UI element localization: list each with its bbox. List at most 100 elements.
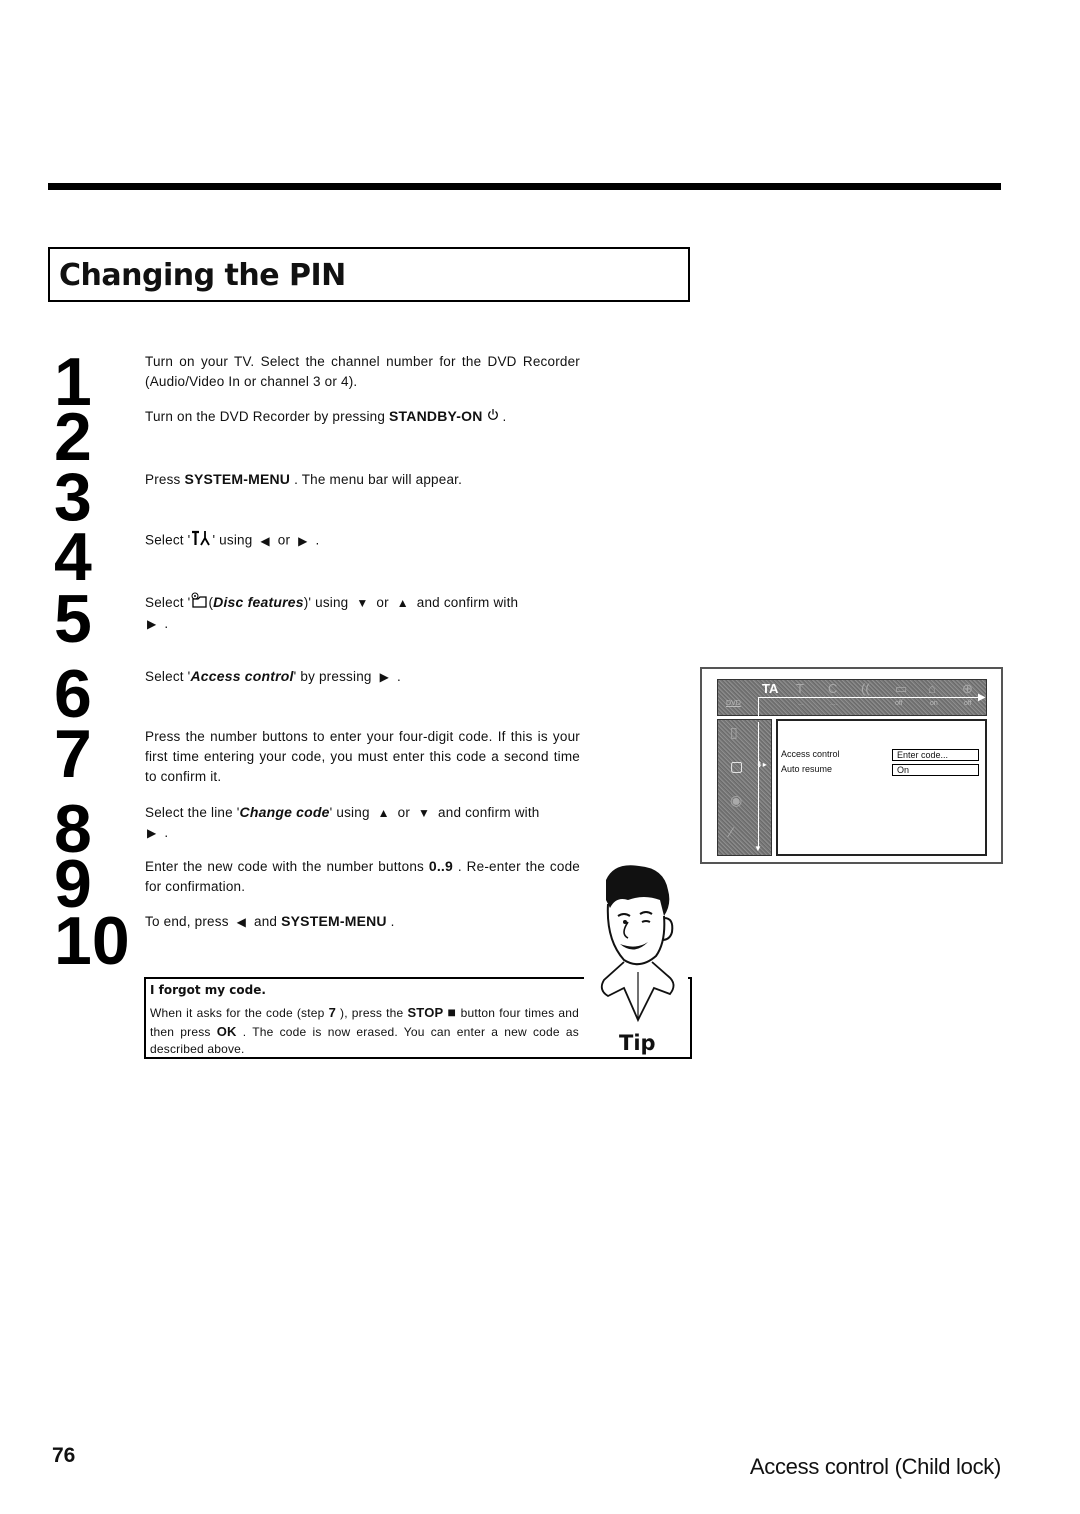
step-number: 5 [54, 581, 92, 657]
menu-sub-value: on [930, 700, 938, 707]
chapter-icon: C [828, 681, 838, 696]
disc-icon: ◉ [730, 792, 743, 808]
step-5-end: . [160, 616, 169, 632]
system-menu-key: SYSTEM-MENU [281, 913, 387, 929]
tv-menu-screenshot: TA T C (( ▭ ⌂ ⊕ ▶ DVD ... .... off on of… [700, 667, 1003, 864]
change-code-label: Change code [239, 804, 330, 820]
access-control-label: Access control [190, 668, 294, 684]
wrench-icon: ∕ [730, 824, 733, 840]
step-8-end: . [160, 825, 169, 840]
step-5-mid: )' using [303, 595, 353, 610]
step-8-text: Select the line 'Change code' using ▲ or… [145, 802, 580, 843]
menu-bar-arrow-icon: ▶ [978, 692, 986, 703]
left-arrow-icon: ◀ [260, 533, 270, 548]
disc-features-icon [190, 592, 208, 614]
step-8-post: and confirm with [434, 805, 540, 820]
tip-body: When it asks for the code (step 7 ), pre… [150, 1004, 579, 1059]
row-label-access-control: Access control [781, 749, 840, 759]
settings-tools-icon [190, 530, 212, 552]
up-arrow-icon: ▲ [377, 806, 390, 820]
ok-key: OK [216, 1023, 237, 1039]
step-10-mid: and [250, 914, 282, 929]
system-menu-key: SYSTEM-MENU [184, 471, 291, 487]
step-6-mid: ' by pressing [293, 669, 376, 684]
step-10-text: To end, press ◀ and SYSTEM-MENU . [145, 911, 580, 932]
step-8-pre: Select the line ' [145, 805, 240, 820]
step-10-pre: To end, press [145, 914, 233, 929]
row-value-auto-resume: On [892, 764, 979, 776]
step-5-or: or [372, 595, 393, 610]
step-9-text: Enter the new code with the number butto… [145, 856, 580, 897]
up-arrow-icon: ▲ [396, 596, 409, 610]
sidebar-line [758, 722, 759, 848]
step-1-text: Turn on your TV. Select the channel numb… [145, 352, 580, 392]
tip-step-ref: 7 [328, 1005, 336, 1020]
down-arrow-icon: ▼ [356, 596, 369, 610]
step-3-pre: Press [145, 472, 185, 487]
step-3-text: Press SYSTEM-MENU . The menu bar will ap… [145, 469, 580, 490]
tip-label: Tip [619, 1031, 656, 1055]
section-title-box: Changing the PIN [48, 247, 690, 302]
menu-sub-value: ... [798, 700, 804, 707]
menu-sub-value: off [895, 700, 903, 707]
left-arrow-icon: ◀ [236, 915, 247, 929]
right-arrow-icon: ▶ [147, 826, 157, 840]
step-number: 10 [54, 903, 130, 979]
page-number: 76 [52, 1444, 76, 1467]
step-6-text: Select 'Access control' by pressing ▶ . [145, 666, 580, 687]
lock-icon: ▯ [730, 724, 738, 740]
step-4-post: . [311, 532, 320, 548]
right-arrow-icon: ▶ [298, 533, 308, 548]
step-3-post: . The menu bar will appear. [290, 472, 463, 487]
step-5-text: Select ' (Disc features)' using ▼ or ▲ a… [145, 592, 580, 634]
step-2-post: . [498, 409, 507, 424]
row-label-auto-resume: Auto resume [781, 764, 833, 774]
step-6-post: . [393, 669, 401, 684]
step-4-or: or [273, 532, 295, 548]
number-buttons-key: 0..9 [428, 858, 453, 874]
section-title: Changing the PIN [59, 258, 346, 293]
step-2-pre: Turn on the DVD Recorder by pressing [145, 409, 390, 424]
step-4-text: Select ' ' using ◀ or ▶ . [145, 530, 580, 552]
sidebar-down-arrow-icon: ▼ [754, 844, 762, 853]
step-4-mid: ' using [212, 532, 257, 548]
step-number: 7 [54, 716, 92, 792]
step-2-text: Turn on the DVD Recorder by pressing STA… [145, 406, 580, 427]
dvd-logo: DVD [726, 700, 741, 707]
stop-key: STOP [407, 1005, 444, 1020]
power-icon [487, 407, 499, 427]
tip-box-top-border [144, 977, 584, 979]
menu-bar: TA T C (( ▭ ⌂ ⊕ ▶ DVD ... .... off on of… [717, 679, 987, 717]
chapter-title: Access control (Child lock) [749, 1454, 1001, 1479]
menu-bar-line [758, 697, 980, 698]
menu-bar-divider [758, 697, 759, 717]
step-1-body: Turn on your TV. Select the channel numb… [145, 354, 580, 389]
disc-features-label: Disc features [213, 594, 304, 610]
step-7-body: Press the number buttons to enter your f… [145, 729, 580, 784]
step-8-mid: ' using [329, 805, 374, 820]
disc-features-icon: ▢ [730, 758, 744, 774]
down-arrow-icon: ▼ [418, 806, 431, 820]
audio-icon: (( [861, 681, 870, 696]
tip-body-pre: When it asks for the code (step [150, 1006, 329, 1020]
step-4-pre: Select ' [145, 532, 191, 548]
top-rule [48, 183, 1001, 190]
standby-on-key: STANDBY-ON [389, 408, 483, 424]
step-10-post: . [386, 914, 395, 929]
menu-sub-value: off [964, 700, 972, 707]
step-5-pre: Select ' [145, 595, 191, 610]
camera-angle-icon: ⌂ [928, 681, 936, 696]
title-icon: T [796, 681, 804, 696]
step-6-pre: Select ' [145, 669, 191, 684]
tip-heading: I forgot my code. [150, 983, 266, 997]
menu-sub-value: .... [830, 700, 838, 707]
row-value-access-control: Enter code... [892, 749, 979, 761]
cartoon-man-illustration [584, 860, 692, 1030]
subtitle-icon: ▭ [895, 681, 908, 696]
step-8-or: or [393, 805, 414, 820]
tip-body-mid1: ), press the [336, 1006, 408, 1020]
menu-content-panel: Access control Enter code... Auto resume… [776, 719, 987, 856]
step-7-text: Press the number buttons to enter your f… [145, 727, 580, 787]
right-arrow-icon: ▶ [379, 670, 389, 684]
step-5-post: and confirm with [412, 595, 519, 610]
